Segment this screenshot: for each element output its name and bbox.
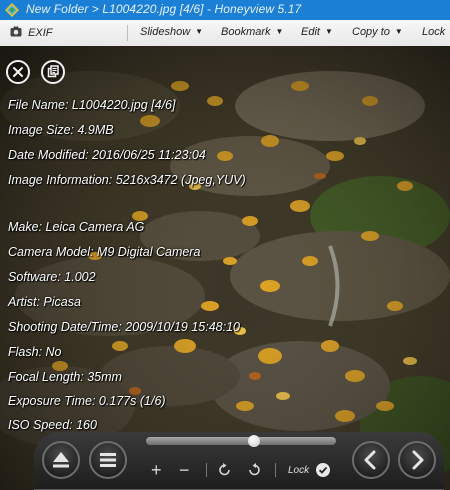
lock-toggle[interactable]	[316, 463, 330, 477]
copy-info-button[interactable]	[41, 60, 65, 84]
chevron-down-icon: ▼	[324, 27, 333, 36]
close-window-button[interactable]	[420, 0, 450, 20]
control-divider	[206, 463, 207, 477]
exif-focal-length: Focal Length: 35mm	[8, 370, 122, 384]
eject-button[interactable]	[42, 441, 80, 479]
menu-icon	[100, 453, 116, 467]
exif-toggle[interactable]: EXIF	[10, 25, 53, 39]
exif-software: Software: 1.002	[8, 270, 96, 284]
eject-icon	[53, 452, 69, 468]
zoom-in-button[interactable]: +	[151, 461, 162, 479]
chevron-down-icon: ▼	[394, 27, 403, 36]
exif-date-modified: Date Modified: 2016/06/25 11:23:04	[8, 148, 206, 162]
lock-menu[interactable]: Lock	[422, 26, 445, 38]
toolbar: EXIF Slideshow ▼ Bookmark ▼ Edit ▼ Copy to ▼…	[0, 20, 450, 47]
exif-shooting-date: Shooting Date/Time: 2009/10/19 15:48:10	[8, 320, 241, 334]
close-overlay-button[interactable]	[6, 60, 30, 84]
copyto-label: Copy to	[352, 26, 390, 38]
chevron-down-icon: ▼	[195, 27, 204, 36]
camera-icon	[10, 26, 22, 37]
slideshow-label: Slideshow	[140, 26, 191, 38]
bookmark-label: Bookmark	[221, 26, 271, 38]
progress-slider[interactable]	[146, 437, 336, 445]
exif-flash: Flash: No	[8, 345, 62, 359]
control-divider	[275, 463, 276, 477]
rotate-left-icon[interactable]	[217, 462, 233, 478]
exif-camera-model: Camera Model: M9 Digital Camera	[8, 245, 201, 259]
chevron-left-icon	[364, 450, 376, 470]
rotate-right-icon[interactable]	[246, 462, 262, 478]
previous-button[interactable]	[352, 441, 390, 479]
exif-exposure-time: Exposure Time: 0.177s (1/6)	[8, 394, 166, 408]
exif-label: EXIF	[28, 27, 53, 39]
exif-image-size: Image Size: 4.9MB	[8, 123, 114, 137]
next-button[interactable]	[398, 441, 436, 479]
slideshow-menu[interactable]: Slideshow ▼	[140, 26, 203, 38]
control-bar: + − Lock	[0, 425, 450, 490]
window-title: New Folder > L1004220.jpg [4/6] - Honeyv…	[26, 2, 302, 16]
bookmark-menu[interactable]: Bookmark ▼	[221, 26, 283, 38]
zoom-out-button[interactable]: −	[179, 461, 190, 479]
honeyview-app-icon[interactable]	[4, 2, 20, 18]
title-bar: New Folder > L1004220.jpg [4/6] - Honeyv…	[0, 0, 450, 20]
edit-menu[interactable]: Edit ▼	[301, 26, 333, 38]
exif-artist: Artist: Picasa	[8, 295, 81, 309]
copyto-menu[interactable]: Copy to ▼	[352, 26, 403, 38]
toolbar-divider	[127, 25, 128, 41]
check-icon	[318, 466, 328, 474]
exif-image-information: Image Information: 5216x3472 (Jpeg,YUV)	[8, 173, 246, 187]
edit-label: Edit	[301, 26, 320, 38]
exif-file-name: File Name: L1004220.jpg [4/6]	[8, 98, 176, 112]
menu-button[interactable]	[89, 441, 127, 479]
chevron-right-icon	[412, 450, 424, 470]
chevron-down-icon: ▼	[275, 27, 284, 36]
lock-label: Lock	[422, 26, 446, 38]
close-icon	[13, 67, 23, 77]
copy-icon	[47, 65, 59, 78]
exif-make: Make: Leica Camera AG	[8, 220, 145, 234]
lock-label: Lock	[288, 465, 310, 476]
